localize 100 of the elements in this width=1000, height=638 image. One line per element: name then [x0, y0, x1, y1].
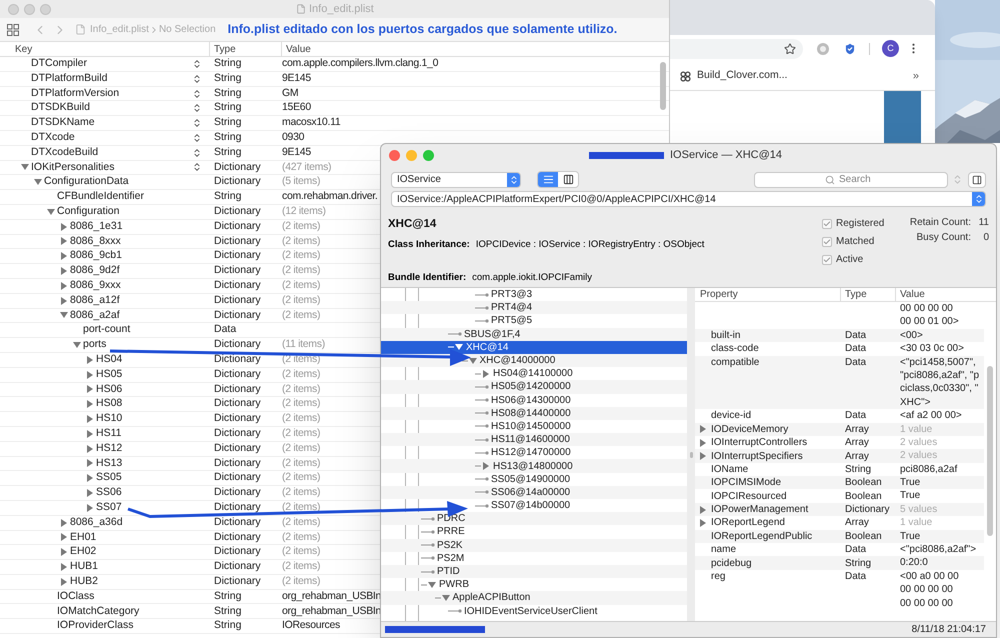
tree-row[interactable]: SS07@14b00000 — [381, 499, 687, 512]
disclosure-triangle[interactable] — [86, 385, 94, 394]
stepper-icon[interactable] — [192, 74, 202, 84]
tree-row[interactable]: XHC@14 — [381, 340, 687, 354]
disclosure-triangle[interactable] — [442, 594, 450, 602]
disclosure-triangle[interactable] — [86, 459, 94, 468]
tree-row[interactable]: HS05@14200000 — [381, 380, 687, 394]
checkbox[interactable] — [822, 236, 832, 246]
tree-row[interactable]: AppleACPIButton — [381, 591, 687, 604]
column-header[interactable]: Type — [210, 42, 282, 56]
disclosure-triangle[interactable] — [73, 341, 81, 350]
search-field[interactable]: Search — [754, 172, 948, 188]
column-header[interactable]: Key — [0, 42, 210, 56]
disclosure-triangle[interactable] — [699, 438, 707, 447]
shield-icon[interactable] — [843, 42, 857, 56]
disclosure-triangle[interactable] — [428, 580, 436, 589]
disclosure-triangle[interactable] — [86, 370, 94, 379]
disclosure-triangle[interactable] — [86, 444, 94, 453]
tree-row[interactable]: HS10@14500000 — [381, 420, 687, 434]
bookmark-star-icon[interactable] — [784, 42, 796, 54]
column-header[interactable]: Value — [282, 42, 311, 56]
close-button[interactable] — [389, 150, 400, 160]
disclosure-triangle[interactable] — [60, 563, 68, 571]
bookmark-link[interactable]: Build_Clover.com... — [697, 68, 788, 84]
value-cell-text: 9E145 — [281, 70, 311, 86]
checkbox[interactable] — [822, 218, 832, 228]
tree-row[interactable]: PRT5@5 — [381, 314, 687, 328]
path-field[interactable]: IOService:/AppleACPIPlatformExpert/PCI0@0/AppleACPIPCI/XHC@14 — [391, 191, 986, 207]
disclosure-triangle[interactable] — [60, 578, 68, 586]
tree-row[interactable]: SS06@14a00000 — [381, 486, 687, 499]
disclosure-triangle[interactable] — [60, 237, 68, 246]
tree-row[interactable]: SS05@14900000 — [381, 472, 687, 486]
disclosure-triangle[interactable] — [86, 400, 94, 408]
disclosure-triangle[interactable] — [482, 370, 490, 378]
disclosure-triangle[interactable] — [60, 548, 68, 556]
disclosure-triangle[interactable] — [47, 208, 55, 216]
property-name: IOInterruptControllers — [711, 436, 808, 450]
tree-row[interactable]: IOHIDEventServiceUserClient — [381, 604, 687, 618]
disclosure-triangle[interactable] — [60, 311, 68, 320]
disclosure-triangle[interactable] — [86, 504, 94, 512]
tree-row[interactable]: PTID — [381, 564, 687, 578]
disclosure-triangle[interactable] — [699, 452, 707, 460]
value-cell-text: (2 items) — [281, 234, 320, 249]
disclosure-triangle[interactable] — [86, 430, 94, 438]
tree-row[interactable]: HS08@14400000 — [381, 406, 687, 420]
disclosure-triangle[interactable] — [60, 252, 68, 260]
stepper-icon[interactable] — [192, 148, 202, 158]
stepper-icon[interactable] — [192, 88, 202, 98]
disclosure-triangle[interactable] — [60, 533, 68, 542]
view-toggle[interactable] — [538, 172, 558, 187]
disclosure-triangle[interactable] — [86, 415, 94, 424]
type-cell-text: Dictionary — [213, 470, 262, 486]
field-value: IOPCIDevice : IOService : IORegistryEntry : OSObject — [476, 238, 704, 252]
disclosure-triangle[interactable] — [699, 506, 707, 514]
stepper-icon[interactable] — [192, 103, 202, 114]
stepper-icon[interactable] — [192, 132, 202, 143]
disclosure-triangle[interactable] — [86, 356, 94, 364]
disclosure-triangle[interactable] — [60, 518, 68, 527]
split-handle[interactable] — [690, 452, 692, 458]
disclosure-triangle[interactable] — [34, 178, 42, 186]
column-header[interactable]: Value — [896, 288, 925, 302]
disclosure-triangle[interactable] — [699, 425, 707, 434]
tree-row[interactable]: HS04@14100000 — [381, 367, 687, 380]
plane-dropdown[interactable]: IOService — [391, 172, 521, 188]
tree-row[interactable]: HS11@14600000 — [381, 433, 687, 446]
tree-row[interactable]: PRT3@3 — [381, 288, 687, 302]
disclosure-triangle[interactable] — [86, 489, 94, 498]
tree-row[interactable]: HS13@14800000 — [381, 459, 687, 473]
tree-row[interactable]: PDRC — [381, 512, 687, 526]
more-bookmarks[interactable]: » — [912, 68, 919, 84]
tree-row[interactable]: PRT4@4 — [381, 301, 687, 314]
disclosure-triangle[interactable] — [60, 296, 68, 305]
tree-row[interactable]: PS2M — [381, 552, 687, 565]
inspector-button[interactable] — [968, 172, 986, 188]
tree-row[interactable]: PS2K — [381, 538, 687, 552]
view-toggle[interactable] — [558, 172, 578, 187]
tree-row[interactable]: HS12@14700000 — [381, 446, 687, 460]
stepper-icon[interactable] — [192, 162, 202, 172]
property-value: <"pci1458,5007", — [900, 356, 977, 369]
tree-row[interactable]: PRRE — [381, 525, 687, 539]
scrollbar-thumb[interactable] — [987, 366, 993, 536]
value-cell-text: 9E145 — [281, 144, 311, 160]
disclosure-triangle[interactable] — [21, 163, 29, 172]
disclosure-triangle[interactable] — [86, 474, 94, 482]
disclosure-triangle[interactable] — [699, 518, 707, 527]
tree-row[interactable]: PWRB — [381, 578, 687, 592]
stepper-icon[interactable] — [192, 118, 202, 128]
tree-row[interactable]: HS06@14300000 — [381, 394, 687, 407]
disclosure-triangle[interactable] — [60, 222, 68, 231]
stepper-icon[interactable] — [192, 58, 202, 69]
tree-row[interactable]: SBUS@1F,4 — [381, 328, 687, 341]
grid-icon[interactable] — [7, 24, 19, 36]
profile-avatar[interactable]: C — [882, 40, 899, 57]
checkbox[interactable] — [822, 254, 832, 264]
disclosure-triangle[interactable] — [60, 282, 68, 290]
disclosure-triangle[interactable] — [455, 343, 463, 352]
disclosure-triangle[interactable] — [60, 267, 68, 276]
disclosure-triangle[interactable] — [482, 462, 490, 470]
disclosure-triangle[interactable] — [468, 356, 476, 365]
scrollbar-thumb[interactable] — [660, 62, 666, 110]
